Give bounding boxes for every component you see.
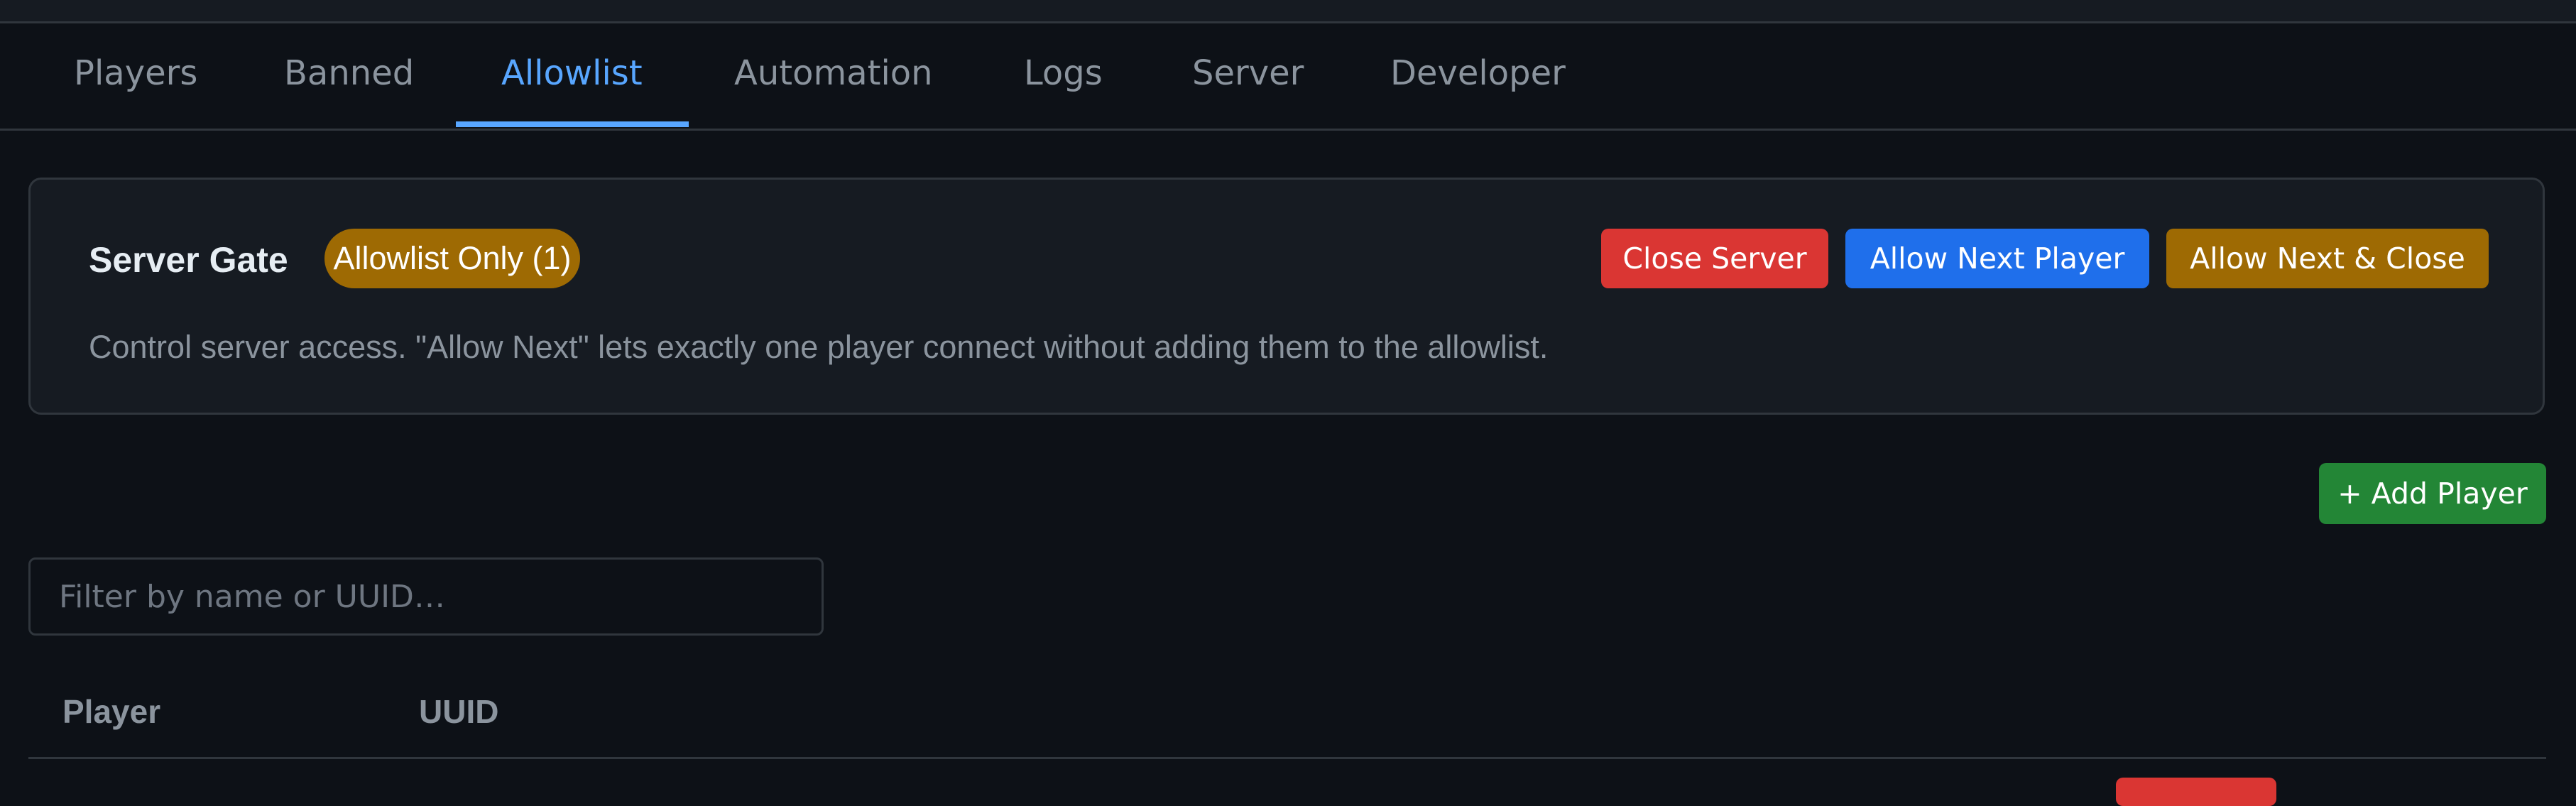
column-header-player[interactable]: Player — [62, 692, 160, 731]
close-server-button[interactable]: Close Server — [1601, 229, 1828, 288]
active-tab-indicator — [456, 121, 689, 127]
tab-logs[interactable]: Logs — [1024, 23, 1103, 129]
column-header-uuid[interactable]: UUID — [419, 692, 498, 731]
remove-button[interactable] — [2116, 778, 2276, 806]
add-player-button[interactable]: + Add Player — [2319, 463, 2546, 524]
tab-banned[interactable]: Banned — [284, 23, 414, 129]
server-gate-panel: Server Gate Allowlist Only (1) Close Ser… — [28, 178, 2545, 415]
filter-input[interactable] — [28, 557, 824, 636]
tab-allowlist[interactable]: Allowlist — [501, 23, 643, 129]
server-gate-description: Control server access. "Allow Next" lets… — [89, 329, 1549, 365]
tab-server[interactable]: Server — [1192, 23, 1304, 129]
tab-players[interactable]: Players — [74, 23, 197, 129]
gate-status-badge: Allowlist Only (1) — [324, 229, 580, 288]
server-gate-title: Server Gate — [89, 240, 288, 280]
tab-bar: Players Banned Allowlist Automation Logs… — [0, 23, 2576, 131]
top-bar — [0, 0, 2576, 23]
allow-next-and-close-button[interactable]: Allow Next & Close — [2166, 229, 2489, 288]
tab-developer[interactable]: Developer — [1390, 23, 1566, 129]
table-header-divider — [28, 757, 2546, 759]
allow-next-player-button[interactable]: Allow Next Player — [1845, 229, 2149, 288]
tab-automation[interactable]: Automation — [734, 23, 933, 129]
